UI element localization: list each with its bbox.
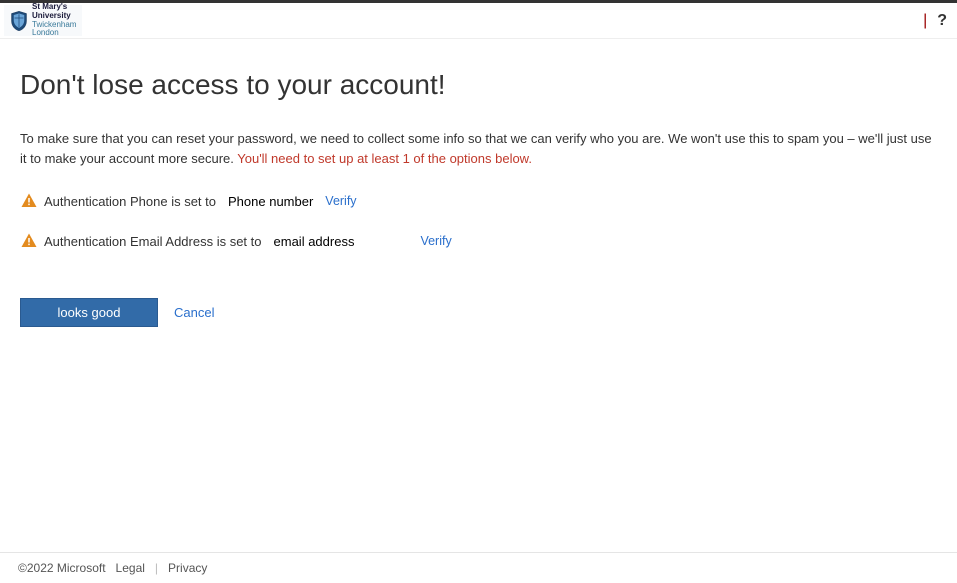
footer-legal-link[interactable]: Legal (116, 561, 145, 575)
auth-email-label: Authentication Email Address is set to (44, 234, 262, 249)
footer-separator: | (155, 561, 158, 575)
org-logo-text: St Mary's University Twickenham London (32, 3, 76, 38)
auth-phone-row: Authentication Phone is set to Phone num… (20, 192, 937, 210)
verify-phone-link[interactable]: Verify (325, 194, 356, 208)
main-content: Don't lose access to your account! To ma… (0, 39, 957, 347)
verify-email-link[interactable]: Verify (420, 234, 451, 248)
warning-icon (20, 192, 38, 210)
intro-warning: You'll need to set up at least 1 of the … (237, 151, 532, 166)
org-logo: St Mary's University Twickenham London (4, 5, 82, 36)
header-divider: | (923, 12, 927, 30)
header-right: | ? (923, 12, 947, 30)
help-icon[interactable]: ? (937, 12, 947, 30)
header-bar: St Mary's University Twickenham London |… (0, 3, 957, 39)
footer-privacy-link[interactable]: Privacy (168, 561, 207, 575)
warning-icon (20, 232, 38, 250)
auth-phone-value: Phone number (228, 194, 313, 209)
looks-good-button[interactable]: looks good (20, 298, 158, 327)
footer-copyright: ©2022 Microsoft (18, 561, 106, 575)
button-row: looks good Cancel (20, 298, 937, 327)
intro-text: To make sure that you can reset your pas… (20, 129, 937, 168)
auth-email-value: email address (274, 234, 355, 249)
auth-email-row: Authentication Email Address is set to e… (20, 232, 937, 250)
page-title: Don't lose access to your account! (20, 69, 937, 101)
cancel-link[interactable]: Cancel (174, 305, 214, 320)
auth-phone-label: Authentication Phone is set to (44, 194, 216, 209)
shield-icon (10, 10, 28, 32)
footer: ©2022 Microsoft Legal | Privacy (0, 552, 957, 583)
